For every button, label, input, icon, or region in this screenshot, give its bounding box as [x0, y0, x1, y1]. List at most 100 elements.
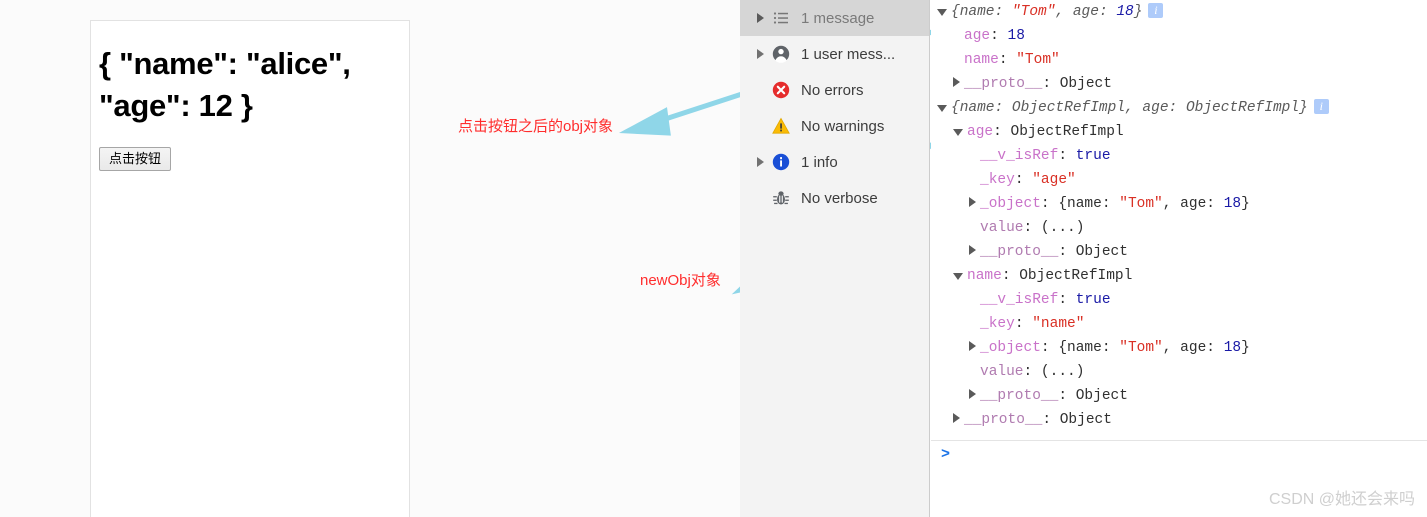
- console-token: :: [1042, 76, 1060, 92]
- console-token: , age:: [1162, 340, 1224, 356]
- console-token: :: [1042, 412, 1060, 428]
- chevron-down-icon[interactable]: [953, 272, 963, 280]
- console-row[interactable]: __proto__: Object: [931, 240, 1427, 264]
- console-token: (...): [1040, 220, 1085, 236]
- error-icon: [770, 81, 792, 99]
- annotation-label-newobj: newObj对象: [640, 272, 721, 289]
- console-token: "age": [1032, 172, 1076, 188]
- console-token: age: [964, 28, 991, 44]
- console-token: :: [1058, 148, 1076, 164]
- console-divider: [931, 440, 1427, 441]
- warning-icon: [770, 117, 792, 135]
- console-token: :: [1023, 364, 1041, 380]
- console-token: 18: [1116, 4, 1134, 20]
- sidebar-item-label: 1 message: [801, 9, 875, 27]
- console-token: value: [980, 364, 1024, 380]
- chevron-right-icon[interactable]: [969, 245, 976, 256]
- chevron-right-icon[interactable]: [969, 341, 976, 352]
- console-row[interactable]: value: (...): [931, 360, 1427, 384]
- console-output-panel: {name: "Tom", age: 18} i age: 18 name: "Tom…: [931, 0, 1427, 517]
- sidebar-item-label: 1 user mess...: [801, 45, 896, 63]
- console-row[interactable]: _key: "age": [931, 168, 1427, 192]
- console-row[interactable]: _key: "name": [931, 312, 1427, 336]
- console-row[interactable]: _object: {name: "Tom", age: 18}: [931, 192, 1427, 216]
- sidebar-item-label: No verbose: [801, 189, 878, 207]
- console-token: :: [990, 28, 1008, 44]
- console-row[interactable]: name: ObjectRefImpl: [931, 264, 1427, 288]
- console-token: :: [1023, 220, 1041, 236]
- console-row[interactable]: _object: {name: "Tom", age: 18}: [931, 336, 1427, 360]
- disclosure-triangle-icon[interactable]: [752, 49, 768, 59]
- console-token: (...): [1040, 364, 1085, 380]
- console-token: :: [1040, 340, 1059, 356]
- sidebar-item-label: No errors: [801, 81, 864, 99]
- console-row[interactable]: {name: ObjectRefImpl, age: ObjectRefImpl…: [931, 96, 1427, 120]
- console-token: {name:: [1058, 340, 1120, 356]
- click-button[interactable]: 点击按钮: [99, 147, 172, 171]
- chevron-right-icon[interactable]: [953, 77, 960, 88]
- json-output-text: { "name": "alice", "age": 12 }: [99, 46, 359, 123]
- console-row[interactable]: name: "Tom": [931, 48, 1427, 72]
- console-row[interactable]: __v_isRef: true: [931, 288, 1427, 312]
- console-token: :: [1040, 196, 1059, 212]
- console-token: __proto__: [964, 76, 1043, 92]
- sidebar-item-1-message[interactable]: 1 message: [740, 0, 929, 36]
- console-token: }: [1241, 196, 1250, 212]
- console-row[interactable]: __v_isRef: true: [931, 144, 1427, 168]
- console-token: _object: [980, 196, 1041, 212]
- console-row[interactable]: age: ObjectRefImpl: [931, 120, 1427, 144]
- disclosure-triangle-icon[interactable]: [752, 157, 768, 167]
- console-token: value: [980, 220, 1024, 236]
- chevron-right-icon[interactable]: [969, 389, 976, 400]
- console-row[interactable]: __proto__: Object: [931, 72, 1427, 96]
- console-token: "Tom": [1119, 340, 1163, 356]
- console-token: :: [1001, 268, 1020, 284]
- console-row[interactable]: age: 18: [931, 24, 1427, 48]
- console-token: "Tom": [1016, 52, 1060, 68]
- console-token: 18: [1223, 340, 1242, 356]
- console-row[interactable]: __proto__: Object: [931, 408, 1427, 432]
- sidebar-item-no-warnings[interactable]: No warnings: [740, 108, 929, 144]
- chevron-down-icon[interactable]: [937, 8, 947, 16]
- sidebar-item-no-verbose[interactable]: No verbose: [740, 180, 929, 216]
- console-row[interactable]: value: (...): [931, 216, 1427, 240]
- console-token: {name:: [951, 4, 1012, 20]
- chevron-right-icon[interactable]: [969, 197, 976, 208]
- console-row[interactable]: {name: "Tom", age: 18} i: [931, 0, 1427, 24]
- console-token: }: [1241, 340, 1250, 356]
- sidebar-item-1-user-mess[interactable]: 1 user mess...: [740, 36, 929, 72]
- console-token: Object: [1075, 244, 1128, 260]
- console-token: :: [1058, 244, 1076, 260]
- browser-page-area: { "name": "alice", "age": 12 } 点击按钮: [0, 0, 740, 517]
- user-icon: [770, 45, 792, 63]
- sidebar-item-no-errors[interactable]: No errors: [740, 72, 929, 108]
- disclosure-triangle-icon[interactable]: [752, 13, 768, 23]
- console-token: true: [1075, 148, 1111, 164]
- chevron-right-icon[interactable]: [953, 413, 960, 424]
- info-badge-icon[interactable]: i: [1313, 98, 1329, 114]
- console-prompt[interactable]: >: [931, 443, 950, 467]
- console-token: Object: [1075, 388, 1128, 404]
- sidebar-item-1-info[interactable]: 1 info: [740, 144, 929, 180]
- console-token: 18: [1007, 28, 1025, 44]
- console-token: __proto__: [964, 412, 1043, 428]
- console-token: __proto__: [980, 388, 1059, 404]
- chevron-down-icon[interactable]: [937, 104, 947, 112]
- chevron-right-icon: [756, 157, 764, 167]
- sidebar-item-label: 1 info: [801, 153, 838, 171]
- console-token: Object: [1059, 412, 1112, 428]
- console-token: "name": [1032, 316, 1085, 332]
- console-token: true: [1075, 292, 1111, 308]
- console-token: "Tom": [1119, 196, 1163, 212]
- info-badge-icon[interactable]: i: [1148, 2, 1164, 18]
- chevron-down-icon[interactable]: [953, 128, 963, 136]
- console-row[interactable]: __proto__: Object: [931, 384, 1427, 408]
- app-preview-frame: { "name": "alice", "age": 12 } 点击按钮: [90, 20, 410, 517]
- list-icon: [770, 9, 792, 27]
- console-token: __proto__: [980, 244, 1059, 260]
- console-token: :: [993, 124, 1011, 140]
- console-token: ObjectRefImpl: [1019, 268, 1133, 284]
- console-token: 18: [1223, 196, 1242, 212]
- chevron-right-icon: [756, 13, 764, 23]
- watermark: CSDN @她还会来吗: [1268, 491, 1415, 508]
